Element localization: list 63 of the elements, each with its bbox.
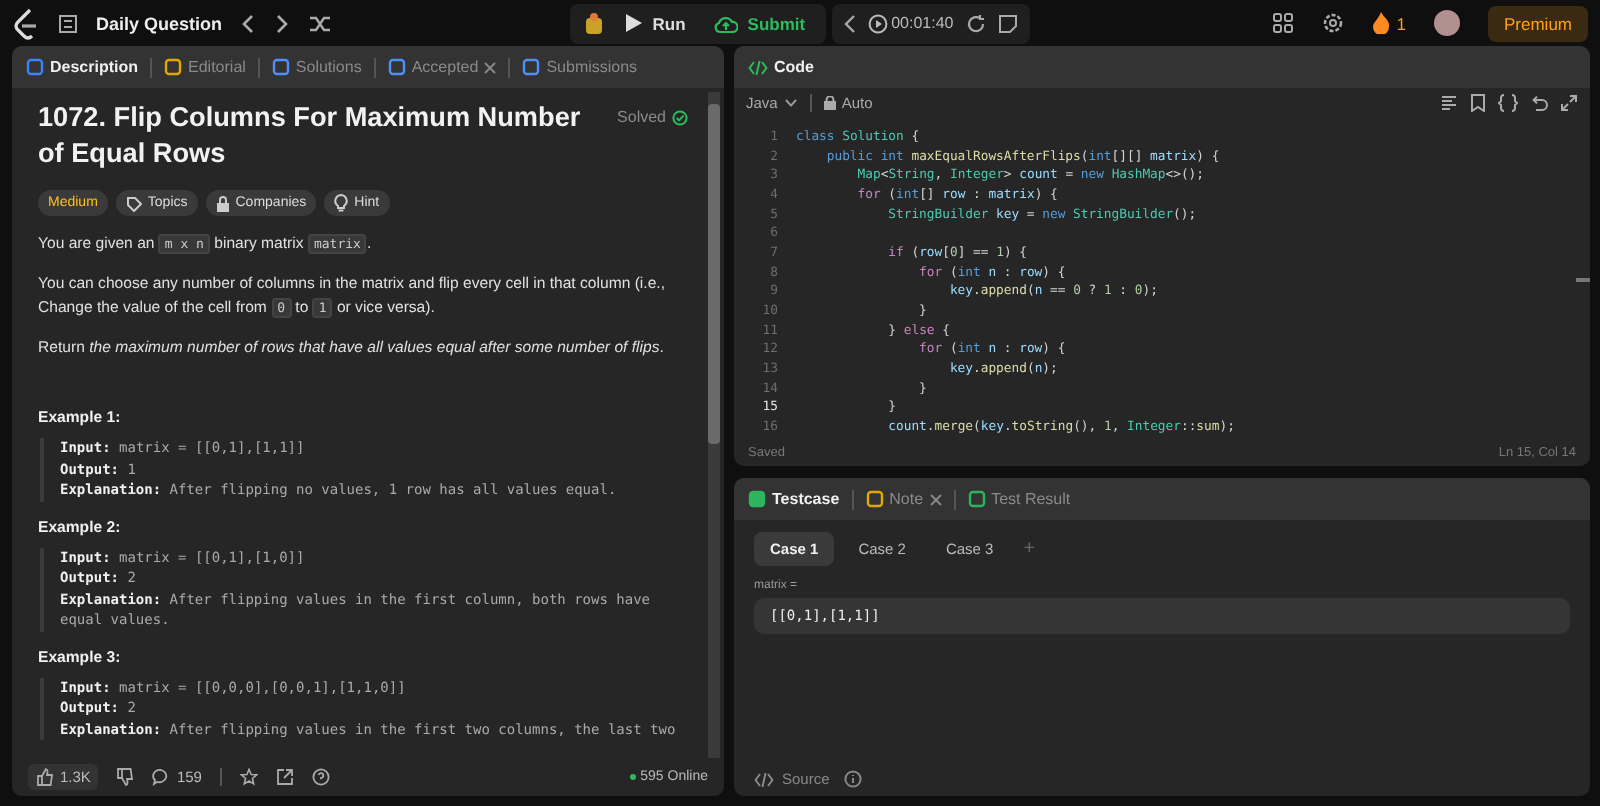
timer-button[interactable]: 00:01:40: [867, 13, 954, 33]
braces-icon[interactable]: [1498, 94, 1518, 112]
tag-icon: [125, 195, 142, 211]
info-icon[interactable]: [843, 770, 862, 788]
help-icon[interactable]: [311, 768, 330, 786]
reset-icon[interactable]: [965, 13, 986, 33]
tab-icon: [387, 58, 406, 76]
cloud-upload-icon: [713, 13, 738, 33]
next-icon[interactable]: [274, 13, 291, 33]
scrollbar-thumb[interactable]: [708, 104, 720, 444]
close-icon[interactable]: [929, 493, 942, 505]
settings-icon[interactable]: [1322, 12, 1345, 34]
bookmark-icon[interactable]: [1470, 94, 1486, 112]
tab-icon: [26, 58, 44, 76]
solved-status: Solved: [617, 108, 688, 126]
list-icon[interactable]: [58, 13, 78, 33]
undo-icon[interactable]: [1530, 94, 1548, 112]
thumbs-down-icon[interactable]: [116, 768, 135, 786]
note-icon[interactable]: [997, 13, 1018, 33]
layout-icon[interactable]: [1272, 12, 1295, 34]
panel-tab[interactable]: Editorial: [160, 54, 250, 80]
format-icon[interactable]: [1440, 94, 1458, 112]
tab-icon: [522, 58, 541, 76]
tab-icon: [967, 490, 986, 508]
share-icon[interactable]: [275, 768, 294, 786]
panel-tab[interactable]: Solutions: [267, 54, 366, 80]
check-circle-icon: [672, 109, 688, 125]
shuffle-icon[interactable]: [308, 13, 333, 33]
code-tab[interactable]: Code: [744, 54, 818, 80]
star-icon[interactable]: [239, 768, 258, 786]
play-icon: [626, 14, 643, 32]
tab-icon: [271, 58, 290, 76]
premium-button[interactable]: Premium: [1488, 5, 1589, 41]
chevron-down-icon: [783, 98, 798, 108]
code-icon: [754, 771, 774, 787]
lightbulb-icon: [334, 194, 349, 212]
panel-tab[interactable]: Note: [861, 486, 946, 512]
play-circle-icon: [867, 13, 888, 33]
panel-tab[interactable]: Test Result: [963, 486, 1075, 512]
scrollbar-marker[interactable]: [1576, 278, 1590, 282]
tab-icon: [164, 58, 183, 76]
problem-title: 1072. Flip Columns For Maximum Number of Equal Rows: [38, 100, 583, 172]
panel-tab[interactable]: Description: [22, 54, 143, 80]
panel-tab[interactable]: Submissions: [518, 54, 642, 80]
run-button[interactable]: Run: [618, 9, 694, 37]
close-icon[interactable]: [484, 61, 497, 73]
thumbs-up-icon: [36, 768, 54, 786]
speech-bubble-icon: [152, 768, 171, 786]
submit-button[interactable]: Submit: [705, 9, 814, 37]
panel-tab[interactable]: Testcase: [744, 486, 844, 512]
lock-icon: [215, 195, 230, 211]
tab-icon: [865, 490, 884, 508]
tab-icon: [748, 490, 766, 508]
code-icon: [748, 59, 768, 75]
logo-icon[interactable]: [12, 7, 40, 39]
streak-counter[interactable]: 1: [1372, 12, 1406, 34]
lock-icon: [823, 96, 836, 110]
flame-icon: [1372, 12, 1391, 34]
expand-icon[interactable]: [1560, 94, 1578, 112]
panel-tab[interactable]: Accepted: [383, 54, 501, 80]
previous-icon[interactable]: [240, 13, 257, 33]
avatar[interactable]: [1434, 10, 1460, 36]
daily-question-link[interactable]: Daily Question: [96, 13, 223, 33]
